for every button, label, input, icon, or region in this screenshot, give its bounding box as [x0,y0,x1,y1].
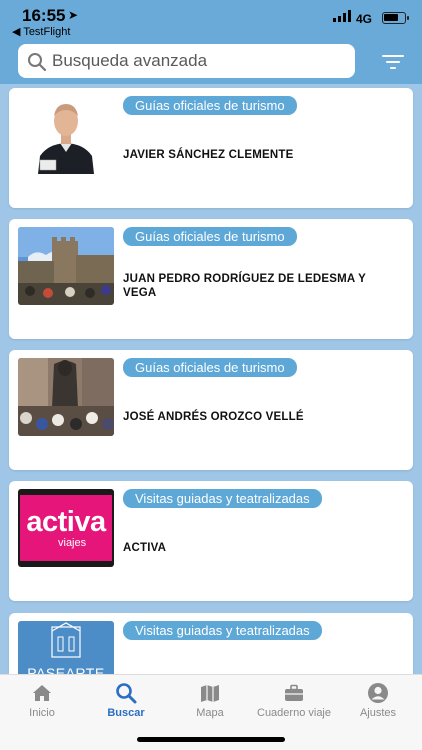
guide-photo [18,96,114,174]
home-icon [33,685,51,701]
search-icon [116,683,137,704]
result-card[interactable]: Guías oficiales de turismo JAVIER SÁNCHE… [9,88,413,208]
result-card[interactable]: PASEARTE Visitas guiadas y teatralizadas [9,613,413,674]
network-label: 4G [355,12,372,26]
tab-cuaderno-viaje[interactable]: Cuaderno viaje [252,679,336,719]
tab-mapa[interactable]: Mapa [168,679,252,719]
castle-photo [18,227,114,305]
result-title: JOSÉ ANDRÉS OROZCO VELLÉ [123,411,304,423]
clock: 16:55 [22,6,66,25]
result-title: JUAN PEDRO RODRÍGUEZ DE LEDESMA Y VEGA [123,273,366,299]
location-arrow-icon: ➤ [68,8,79,22]
signal-icon [333,10,351,22]
back-to-testflight[interactable]: ◀ TestFlight [12,25,70,38]
results-list[interactable]: Guías oficiales de turismo JAVIER SÁNCHE… [0,84,422,674]
battery-icon [382,12,409,24]
activa-logo: activa viajes [18,489,114,567]
result-card[interactable]: activa viajes Visitas guiadas y teatrali… [9,481,413,601]
category-badge: Visitas guiadas y teatralizadas [123,621,322,640]
search-input[interactable] [52,49,342,73]
result-title: JAVIER SÁNCHEZ CLEMENTE [123,149,294,161]
tab-ajustes[interactable]: Ajustes [336,679,420,719]
result-card[interactable]: Guías oficiales de turismo JUAN PEDRO RO… [9,219,413,339]
filter-icon[interactable] [382,52,406,72]
home-indicator [137,737,285,742]
pasearte-logo: PASEARTE [18,621,114,674]
result-title: ACTIVA [123,542,167,554]
map-icon [201,685,219,702]
statue-photo [18,358,114,436]
category-badge: Guías oficiales de turismo [123,96,297,115]
search-header [0,40,422,84]
tab-inicio[interactable]: Inicio [0,679,84,719]
status-bar: 16:55 ➤ ◀ TestFlight 4G [0,0,422,40]
briefcase-icon [285,684,303,701]
category-badge: Guías oficiales de turismo [123,227,297,246]
tab-buscar[interactable]: Buscar [84,679,168,719]
result-card[interactable]: Guías oficiales de turismo JOSÉ ANDRÉS O… [9,350,413,470]
category-badge: Guías oficiales de turismo [123,358,297,377]
category-badge: Visitas guiadas y teatralizadas [123,489,322,508]
user-icon [368,683,388,703]
search-icon [28,53,47,72]
search-box[interactable] [18,44,355,78]
